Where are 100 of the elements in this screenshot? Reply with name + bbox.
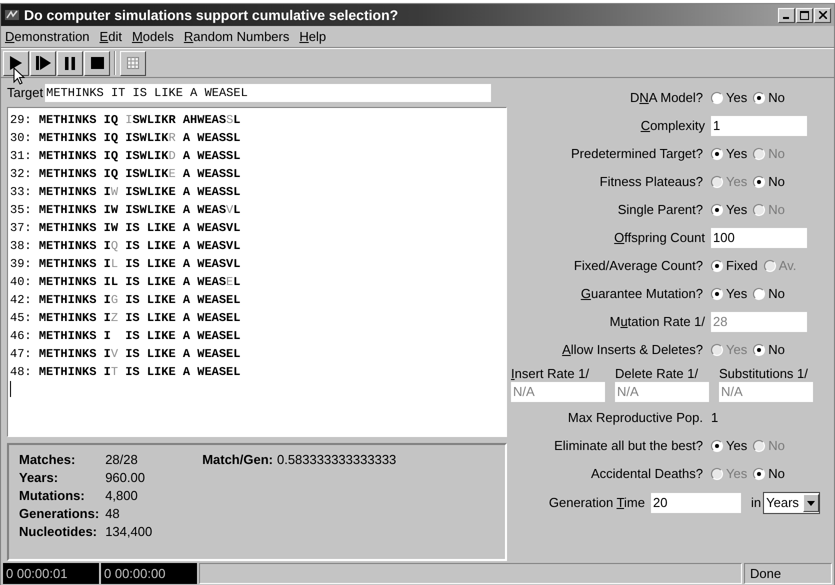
toolbar-button[interactable] [3,50,29,76]
radio-button[interactable] [711,92,723,104]
field-label: Substitutions 1/ [719,366,809,382]
radio-button[interactable] [753,176,766,188]
output-area[interactable] [7,107,507,437]
maximize-icon [800,10,809,20]
output-line: 29: METHINKS IQ ISWLIKR AHWEASSL [10,112,240,129]
output-line: 40: METHINKS IL IS LIKE A WEASEL [10,274,240,291]
timer-display: 0 00:00:01 [3,563,99,584]
stat-label: Generations: [19,505,100,523]
setting-label: Generation Time [548,494,645,512]
stat-value: 28/28 [104,451,139,469]
text-cursor [10,381,11,397]
stat-value: 960.00 [104,469,146,487]
radio-option[interactable]: Yes [711,436,748,456]
output-line: 42: METHINKS IG IS LIKE A WEASEL [10,292,240,309]
radio-button[interactable] [753,344,766,356]
minimize-button[interactable] [778,8,795,22]
output-line: 35: METHINKS IW ISWLIKE A WEASVL [10,202,240,219]
stat-label: Nucleotides: [19,523,98,541]
radio-button[interactable] [753,288,766,300]
radio-option[interactable]: No [753,284,785,304]
toolbar-button[interactable] [84,50,110,76]
setting-label: Single Parent? [618,201,703,220]
setting-label: Fixed/Average Count? [574,257,703,276]
radio-option[interactable]: No [753,464,785,484]
radio-option[interactable]: No [753,172,785,192]
output-line: 47: METHINKS IV IS LIKE A WEASEL [10,346,240,363]
text-field[interactable]: 20 [651,493,741,513]
radio-button[interactable] [753,92,766,104]
radio-button[interactable] [711,204,723,216]
close-button[interactable] [814,8,831,22]
unit-label: in [751,494,762,512]
play-icon [10,56,22,70]
text-field[interactable]: 1 [711,116,807,136]
step-forward-icon [36,56,50,70]
setting-label: Max Reproductive Pop. [568,409,703,428]
radio-option[interactable]: Yes [711,88,748,108]
output-line: 39: METHINKS IL IS LIKE A WEASVL [10,256,240,273]
radio-button[interactable] [711,260,723,272]
setting-label: Predetermined Target? [570,145,703,164]
menu-item[interactable]: Edit [100,26,122,46]
stat-value: 48 [104,505,121,523]
radio-button[interactable] [711,288,723,300]
target-label: Target [7,84,44,102]
timer-display: 0 00:00:00 [101,563,197,584]
setting-label: Eliminate all but the best? [554,437,703,456]
output-line: 30: METHINKS IQ ISWLIKR A WEASSL [10,130,240,147]
radio-option[interactable]: No [753,340,785,360]
output-line: 38: METHINKS IQ IS LIKE A WEASVL [10,238,240,255]
window-title: Do computer simulations support cumulative selection? [24,6,398,25]
toolbar-button[interactable] [57,50,83,76]
status-text: Done [744,563,832,584]
maximize-button[interactable] [796,8,813,22]
target-field[interactable]: METHINKS IT IS LIKE A WEASEL [45,84,492,102]
setting-label: Mutation Rate 1/ [610,313,705,332]
stat-label: Years: [19,469,60,487]
setting-label: Fitness Plateaus? [600,173,703,192]
output-line: 46: METHINKS I IS LIKE A WEASEL [10,328,240,345]
dropdown-arrow-icon [806,500,815,506]
menu-item[interactable]: Models [132,26,174,46]
stat-value: 0.583333333333333 [276,451,396,469]
radio-option[interactable]: Fixed [711,256,758,276]
app-icon [4,7,20,23]
setting-label: Accidental Deaths? [590,465,703,484]
radio-option[interactable]: Yes [711,144,748,164]
unit-dropdown[interactable]: Years [763,492,820,514]
text-field[interactable]: 100 [711,228,807,248]
close-icon [818,11,826,19]
setting-label: Complexity [640,117,705,136]
stat-label: Match/Gen: [202,451,273,469]
stat-label: Mutations: [19,487,86,505]
setting-value: 1 [711,409,718,428]
pause-icon [65,56,75,70]
radio-button[interactable] [711,440,723,452]
output-line: 33: METHINKS IW ISWLIKE A WEASSL [10,184,240,201]
radio-button[interactable] [753,468,766,480]
menu-item[interactable]: Random Numbers [184,26,290,46]
stop-icon [90,57,104,69]
output-line: 37: METHINKS IW IS LIKE A WEASVL [10,220,240,237]
setting-label: Guarantee Mutation? [580,285,703,304]
stat-value: 4,800 [104,487,139,505]
setting-label: DNA Model? [630,89,703,108]
menu-item[interactable]: Demonstration [5,26,90,46]
field-label: Insert Rate 1/ [511,366,590,382]
output-line: 31: METHINKS IQ ISWLIKD A WEASSL [10,148,240,165]
setting-label: Offspring Count [614,229,705,248]
setting-label: Allow Inserts & Deletes? [562,341,703,360]
toolbar-button[interactable] [30,50,56,76]
radio-option[interactable]: No [753,88,785,108]
output-line: 48: METHINKS IT IS LIKE A WEASEL [10,364,240,381]
field-label: Delete Rate 1/ [615,366,700,382]
grid-icon [127,57,139,69]
stat-label: Matches: [19,451,76,469]
stat-value: 134,400 [104,523,152,541]
toolbar-button[interactable] [120,50,146,76]
radio-option[interactable]: Yes [711,200,748,220]
menu-item[interactable]: Help [299,26,326,46]
radio-option[interactable]: Yes [711,284,748,304]
radio-button[interactable] [711,148,723,160]
